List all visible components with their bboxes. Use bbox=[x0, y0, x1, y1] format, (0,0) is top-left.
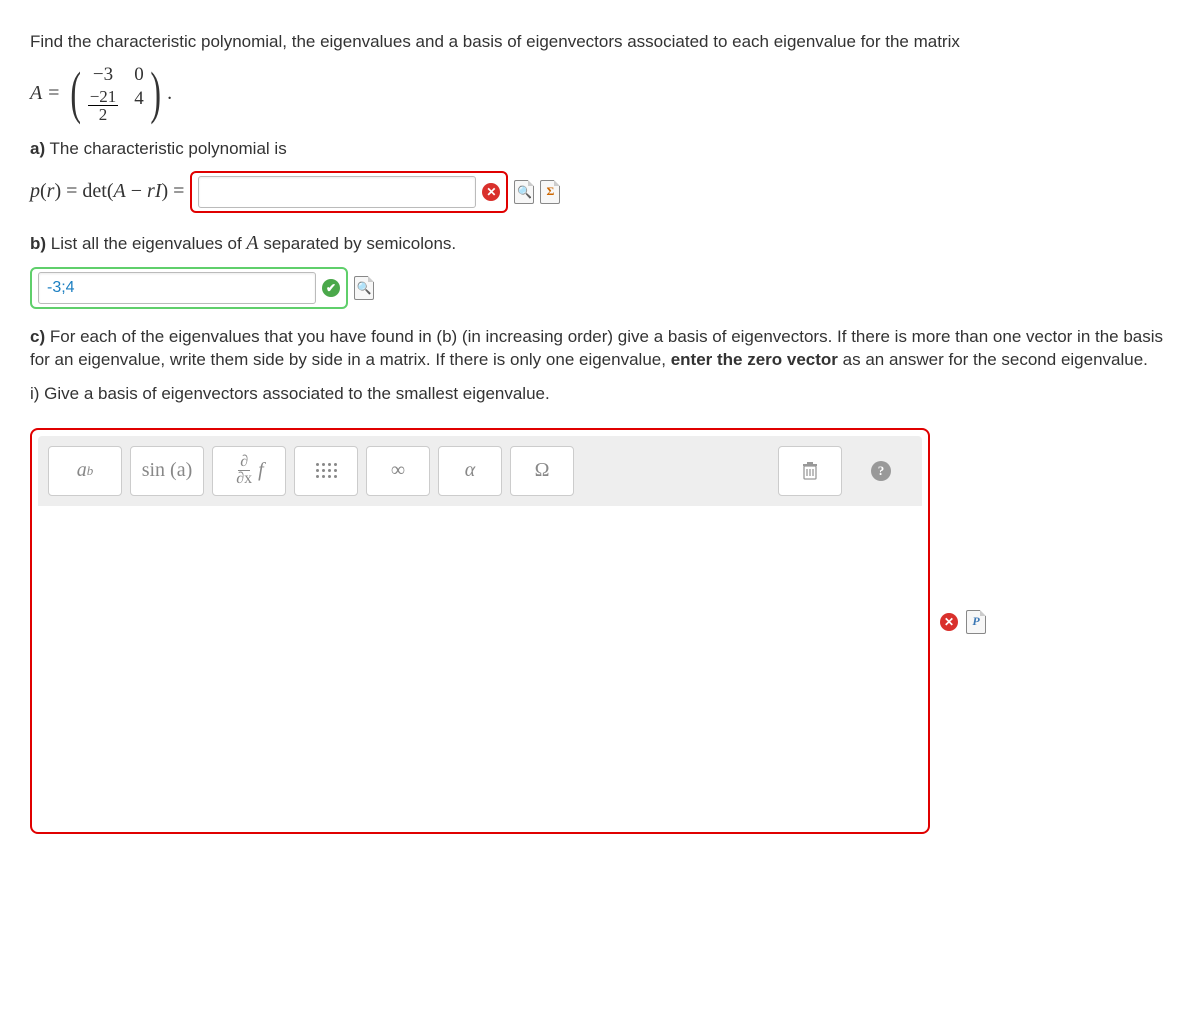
correct-icon: ✔ bbox=[322, 279, 340, 297]
matrix-a12: 0 bbox=[134, 64, 144, 86]
matrix-a21: −21 2 bbox=[88, 88, 119, 123]
part-b-input-wrap: ✔ bbox=[30, 267, 348, 309]
preview-icon[interactable]: 🔍 bbox=[514, 180, 534, 204]
toolbar-partial-button[interactable]: ∂ ∂x f bbox=[212, 446, 286, 496]
toolbar-matrix-button[interactable] bbox=[294, 446, 358, 496]
incorrect-icon-editor: ✕ bbox=[940, 613, 958, 631]
part-a-label: a) bbox=[30, 139, 45, 158]
paren-open: ( bbox=[71, 68, 82, 118]
part-b-label: b) bbox=[30, 234, 46, 253]
editor-side-icons: ✕ P bbox=[940, 610, 986, 634]
matrix-lhs: A = bbox=[30, 82, 60, 105]
part-b-desc-1: List all the eigenvalues of bbox=[51, 234, 247, 253]
editor-textarea[interactable] bbox=[38, 506, 922, 826]
preview-icon-b[interactable]: 🔍 bbox=[354, 276, 374, 300]
part-c-desc-after: as an answer for the second eigenvalue. bbox=[838, 350, 1148, 369]
part-b-text: b) List all the eigenvalues of A separat… bbox=[30, 229, 1170, 257]
part-b-answer-row: ✔ 🔍 bbox=[30, 267, 1170, 309]
matrix-a21-den: 2 bbox=[97, 106, 110, 123]
equation-editor-icon[interactable]: Σ bbox=[540, 180, 560, 204]
part-b-input[interactable] bbox=[38, 272, 316, 304]
part-a-expr: p(r) = det(A − rI) = bbox=[30, 180, 184, 203]
toolbar-sin-button[interactable]: sin (a) bbox=[130, 446, 204, 496]
matrix-a21-num: −21 bbox=[88, 88, 119, 106]
part-c-text: c) For each of the eigenvalues that you … bbox=[30, 325, 1170, 373]
question-intro: Find the characteristic polynomial, the … bbox=[30, 30, 1170, 54]
part-a-desc: The characteristic polynomial is bbox=[50, 139, 287, 158]
part-b-desc-2: separated by semicolons. bbox=[259, 234, 457, 253]
matrix-definition: A = ( −3 0 −21 2 4 ) . bbox=[30, 64, 1170, 123]
editor-toolbar: ab sin (a) ∂ ∂x f ∞ α Ω bbox=[38, 436, 922, 506]
toolbar-clear-button[interactable] bbox=[778, 446, 842, 496]
toolbar-alpha-button[interactable]: α bbox=[438, 446, 502, 496]
toolbar-omega-button[interactable]: Ω bbox=[510, 446, 574, 496]
part-a-input[interactable] bbox=[198, 176, 476, 208]
paren-close: ) bbox=[150, 68, 161, 118]
toolbar-help-button[interactable]: ? bbox=[850, 447, 912, 495]
incorrect-icon: ✕ bbox=[482, 183, 500, 201]
part-a-text: a) The characteristic polynomial is bbox=[30, 137, 1170, 161]
trash-icon bbox=[801, 461, 819, 481]
matrix-tail: . bbox=[167, 82, 172, 105]
matrix-entries: −3 0 −21 2 4 bbox=[88, 64, 144, 123]
preview-icon-editor[interactable]: P bbox=[966, 610, 986, 634]
part-a-answer-row: p(r) = det(A − rI) = ✕ 🔍 Σ bbox=[30, 171, 1170, 213]
toolbar-infinity-button[interactable]: ∞ bbox=[366, 446, 430, 496]
part-c-bold: enter the zero vector bbox=[671, 350, 838, 369]
matrix-a22: 4 bbox=[134, 88, 144, 123]
part-c-sub-i: i) Give a basis of eigenvectors associat… bbox=[30, 382, 1170, 406]
help-icon: ? bbox=[871, 461, 891, 481]
part-c-label: c) bbox=[30, 327, 45, 346]
toolbar-power-button[interactable]: ab bbox=[48, 446, 122, 496]
math-editor: ab sin (a) ∂ ∂x f ∞ α Ω bbox=[30, 428, 930, 834]
dots-icon bbox=[316, 463, 337, 478]
matrix-a11: −3 bbox=[88, 64, 119, 86]
part-a-input-wrap: ✕ bbox=[190, 171, 508, 213]
